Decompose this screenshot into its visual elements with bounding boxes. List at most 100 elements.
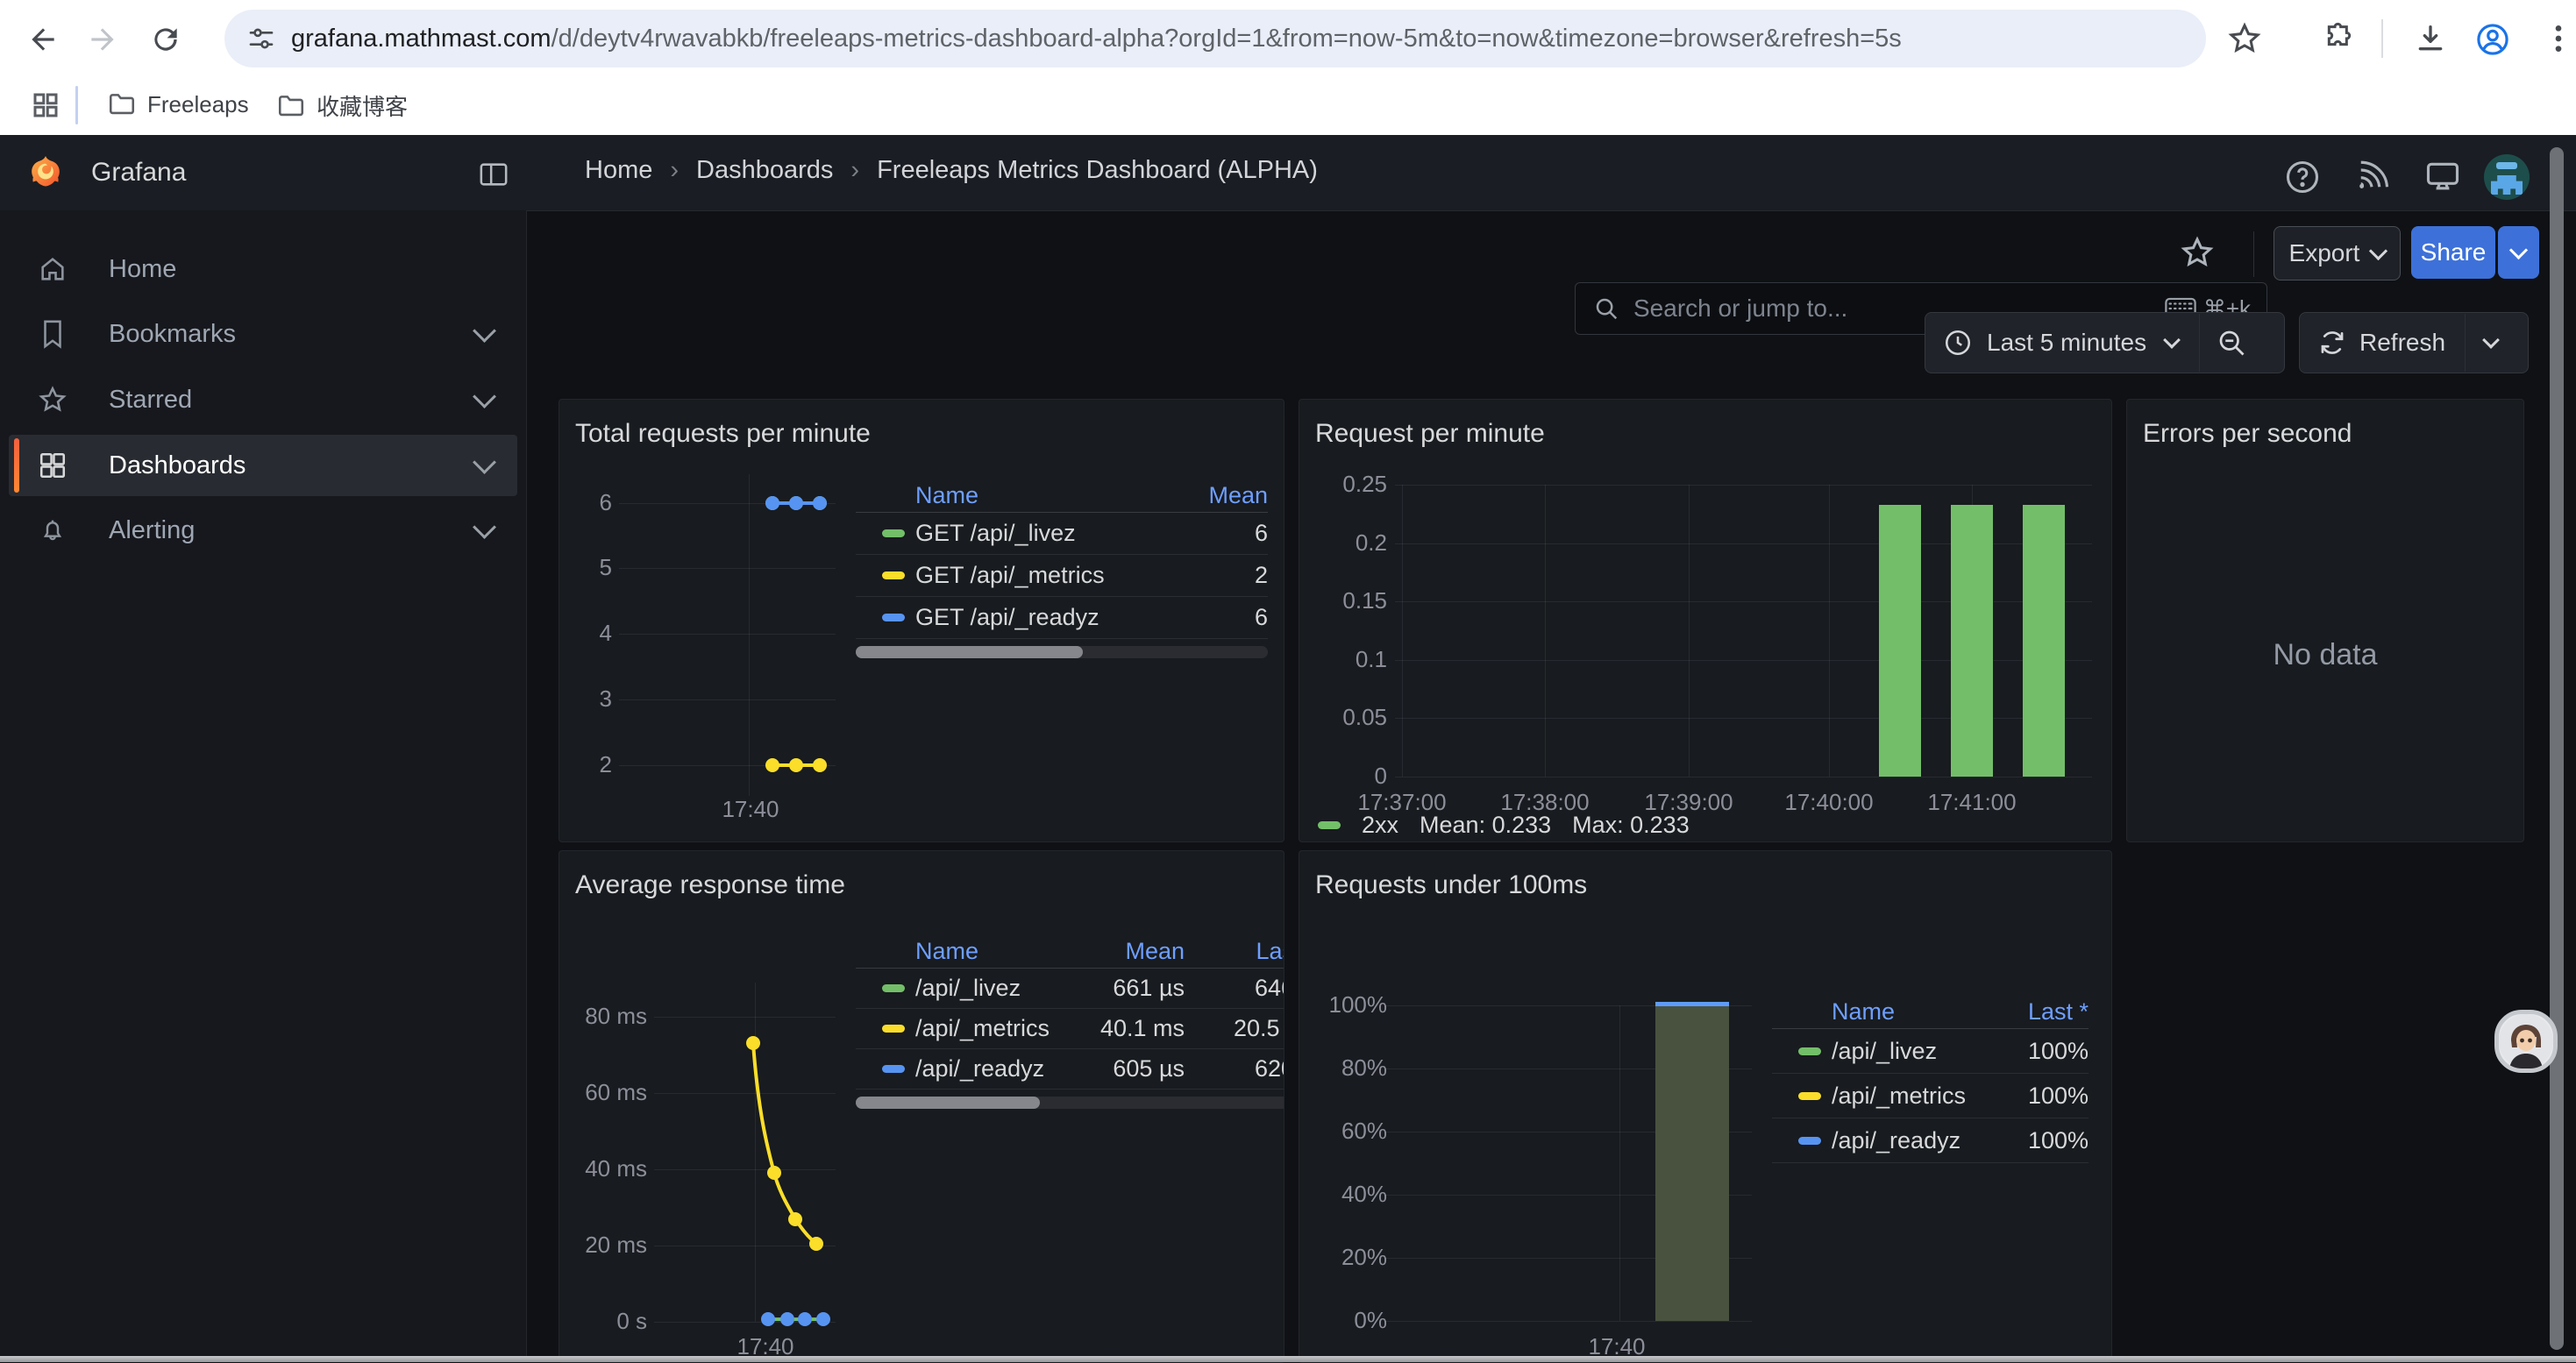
chevron-down-icon[interactable] [473, 385, 496, 408]
series-value: 100% [1992, 1038, 2089, 1065]
bookmark-label: Freeleaps [147, 91, 249, 118]
bottom-scrollbar[interactable] [0, 1356, 2576, 1362]
panel-total-requests-per-minute: Total requests per minute NameMeanGET /a… [559, 399, 1284, 842]
legend-row[interactable]: GET /api/_livez6 [856, 513, 1268, 555]
site-settings-icon[interactable] [247, 25, 275, 53]
grafana-brand-label: Grafana [91, 158, 186, 188]
sidebar-item-bookmarks[interactable]: Bookmarks [9, 303, 517, 365]
x-axis-tick-label: 17:39:00 [1619, 789, 1759, 816]
bar [2023, 505, 2065, 777]
series-name: /api/_readyz [1832, 1127, 1992, 1154]
grafana-header: Grafana Home › Dashboards › Freeleaps Me… [0, 135, 2576, 211]
chevron-down-icon [2163, 331, 2181, 349]
gridline [1689, 485, 1690, 777]
share-dropdown-button[interactable] [2498, 226, 2539, 279]
data-point [813, 758, 827, 772]
zoom-out-icon[interactable] [2216, 327, 2247, 358]
help-icon[interactable] [2283, 158, 2322, 196]
page-scrollbar[interactable] [2550, 147, 2564, 1350]
extensions-icon[interactable] [2322, 21, 2357, 56]
active-accent-bar [14, 438, 19, 493]
sidebar-item-dashboards[interactable]: Dashboards [9, 435, 517, 496]
legend-row[interactable]: GET /api/_metrics2 [856, 555, 1268, 597]
chevron-down-icon [2509, 240, 2528, 259]
folder-icon [107, 89, 137, 119]
sidebar-item-starred[interactable]: Starred [9, 369, 517, 430]
chevron-down-icon[interactable] [473, 319, 496, 343]
series-line [1655, 1002, 1729, 1006]
breadcrumb-current: Freeleaps Metrics Dashboard (ALPHA) [877, 156, 1318, 185]
export-button[interactable]: Export [2274, 226, 2401, 280]
bookmark-star-icon[interactable] [2227, 21, 2262, 56]
bookmark-icon [35, 319, 70, 349]
gridline [619, 634, 836, 635]
assistant-avatar[interactable] [2494, 1010, 2558, 1073]
data-point [765, 496, 779, 510]
y-axis-tick-label: 6 [559, 489, 612, 516]
response-time-series [559, 851, 1284, 1363]
x-axis-tick-label: 17:37:00 [1332, 789, 1472, 816]
favorite-star-icon[interactable] [2180, 235, 2215, 270]
chevron-down-icon [2369, 241, 2387, 259]
bookmarks-divider [75, 86, 78, 124]
panel-title[interactable]: Requests under 100ms [1315, 870, 1587, 900]
profile-icon[interactable] [2474, 21, 2511, 58]
data-point [789, 496, 803, 510]
sidebar-item-home[interactable]: Home [9, 238, 517, 300]
breadcrumb-home[interactable]: Home [585, 156, 652, 185]
gridline [1829, 485, 1830, 777]
series-name: GET /api/_readyz [915, 604, 1170, 631]
no-data-label: No data [2127, 638, 2523, 672]
back-icon[interactable] [26, 23, 60, 56]
y-axis-tick-label: 4 [559, 620, 612, 647]
bookmark-folder-freeleaps[interactable]: Freeleaps [107, 89, 249, 119]
data-point [765, 758, 779, 772]
bookmark-label: 收藏博客 [317, 89, 408, 122]
series-swatch [1318, 821, 1341, 829]
legend-header: NameLast * [1772, 995, 2089, 1029]
refresh-button[interactable]: Refresh [2299, 312, 2529, 373]
reload-icon[interactable] [149, 23, 182, 56]
gridline [619, 699, 836, 700]
y-axis-tick-label: 20% [1299, 1244, 1387, 1271]
breadcrumb-dashboards[interactable]: Dashboards [696, 156, 833, 185]
share-button[interactable]: Share [2411, 226, 2495, 279]
chevron-down-icon[interactable] [473, 451, 496, 474]
refresh-label: Refresh [2359, 329, 2445, 357]
legend-row[interactable]: /api/_metrics100% [1772, 1074, 2089, 1118]
download-icon[interactable] [2413, 21, 2448, 56]
url-bar[interactable]: grafana.mathmast.com/d/deytv4rwavabkb/fr… [224, 10, 2206, 67]
panel-title[interactable]: Total requests per minute [575, 419, 871, 449]
data-point [789, 758, 803, 772]
chevron-down-icon[interactable] [473, 515, 496, 539]
divider [2465, 314, 2466, 372]
legend-scrollbar[interactable] [856, 646, 1268, 658]
grafana-logo-icon[interactable] [29, 154, 62, 195]
apps-grid-icon[interactable] [30, 89, 61, 121]
y-axis-tick-label: 0.05 [1299, 704, 1387, 731]
search-icon [1593, 295, 1619, 322]
monitor-icon[interactable] [2423, 158, 2462, 196]
legend-row[interactable]: /api/_readyz100% [1772, 1118, 2089, 1163]
panel-title[interactable]: Request per minute [1315, 419, 1545, 449]
legend-table: NameMeanGET /api/_livez6GET /api/_metric… [856, 479, 1268, 658]
x-axis-tick-label: 17:38:00 [1475, 789, 1615, 816]
legend-row[interactable]: GET /api/_readyz6 [856, 597, 1268, 639]
series-value: 100% [1992, 1127, 2089, 1154]
dock-menu-icon[interactable] [479, 161, 509, 192]
browser-menu-icon[interactable] [2541, 21, 2576, 56]
legend-row[interactable]: /api/_livez100% [1772, 1029, 2089, 1074]
bookmark-folder-blogs[interactable]: 收藏博客 [276, 89, 408, 122]
time-range-picker[interactable]: Last 5 minutes [1925, 312, 2285, 373]
forward-icon[interactable] [86, 23, 119, 56]
breadcrumb: Home › Dashboards › Freeleaps Metrics Da… [585, 156, 1318, 185]
news-rss-icon[interactable] [2353, 158, 2390, 195]
legend-header: NameMean [856, 479, 1268, 513]
sidebar-item-alerting[interactable]: Alerting [9, 500, 517, 561]
panel-title[interactable]: Errors per second [2143, 419, 2352, 449]
user-avatar[interactable] [2484, 154, 2530, 200]
x-axis-tick-label: 17:40 [680, 796, 821, 823]
url-path: /d/deytv4rwavabkb/freeleaps-metrics-dash… [551, 25, 1902, 53]
panel-errors-per-second: Errors per second No data [2126, 399, 2524, 842]
browser-toolbar: grafana.mathmast.com/d/deytv4rwavabkb/fr… [0, 0, 2576, 77]
